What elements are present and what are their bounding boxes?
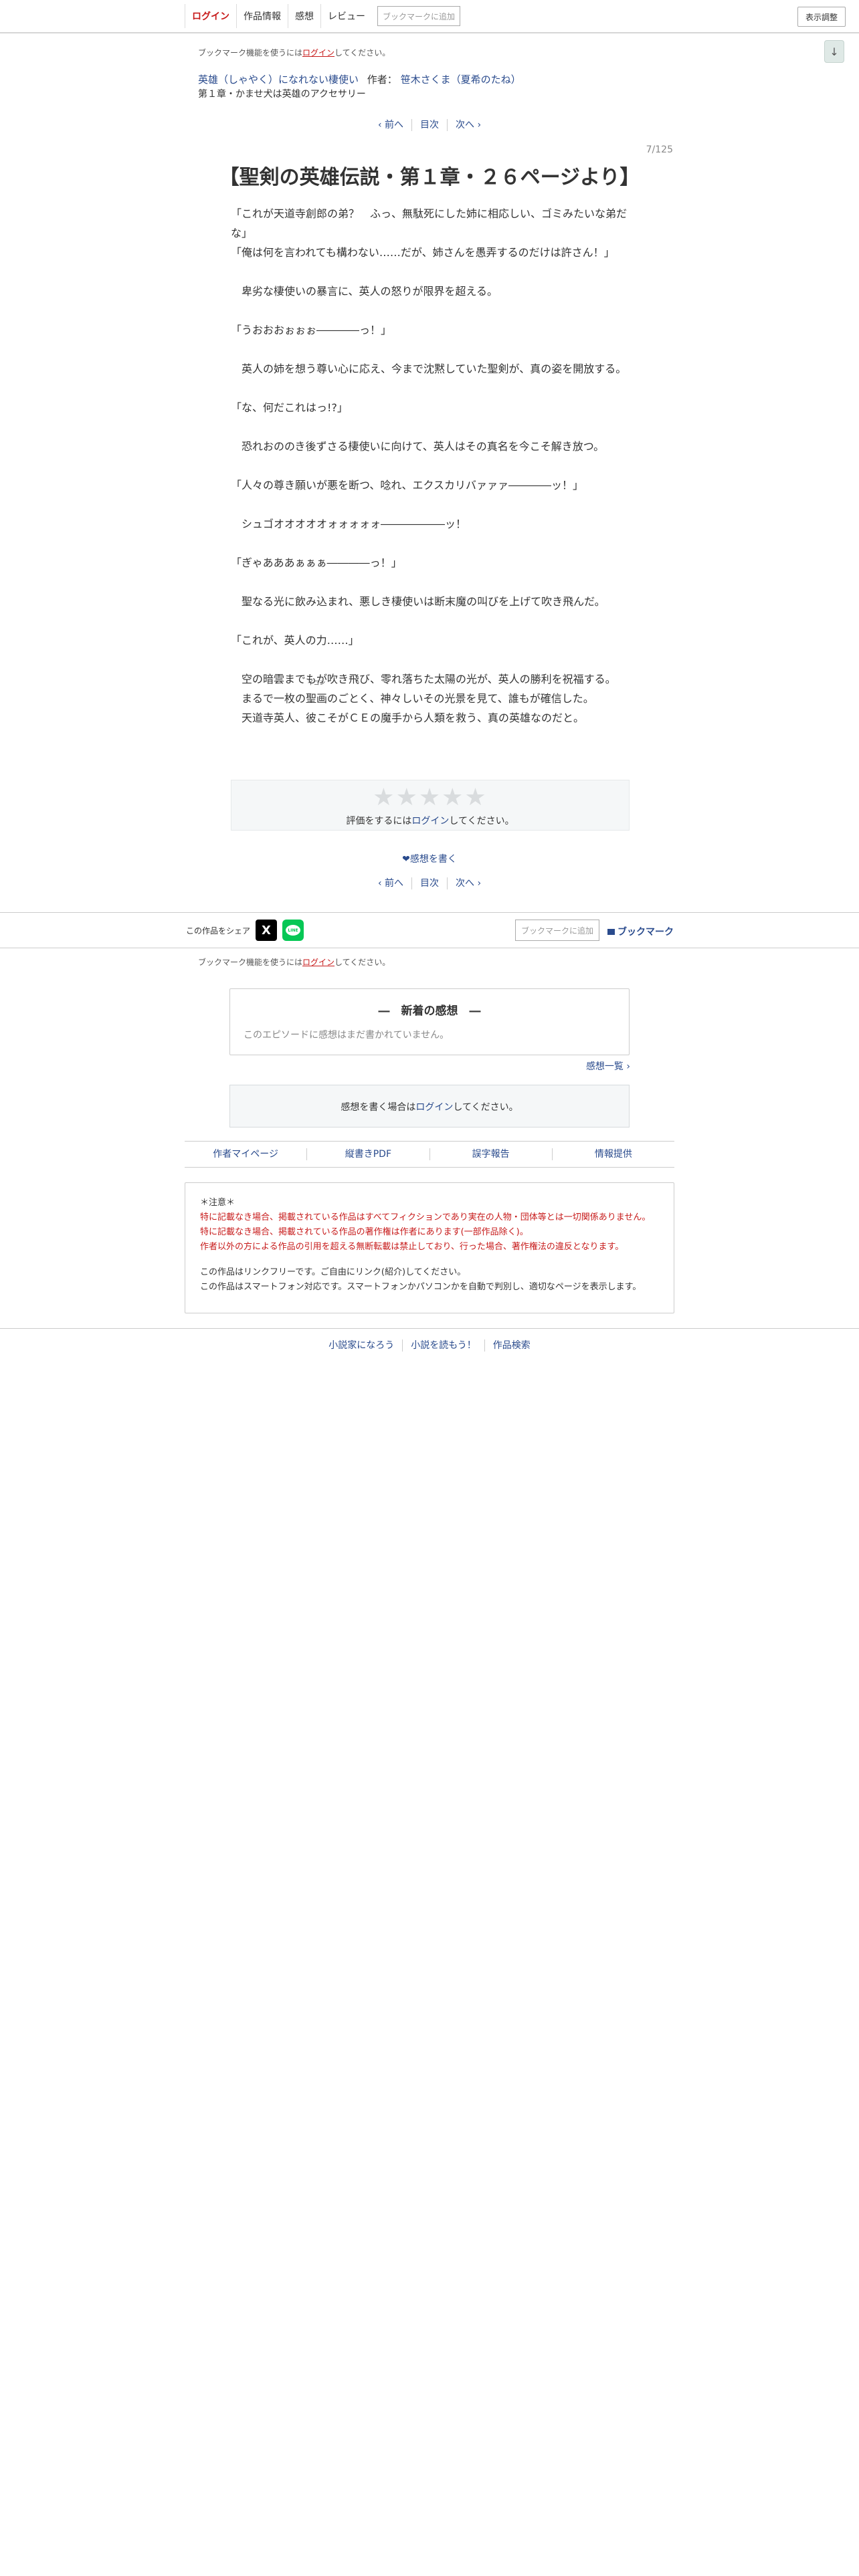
body-line: 卑劣な棲使いの暴言に、英人の怒りが限界を超える。: [231, 285, 498, 298]
bookmark-button[interactable]: ブックマーク: [607, 925, 674, 938]
star-icon[interactable]: ★: [396, 784, 419, 811]
body-line: [231, 456, 632, 475]
body-line: シュゴオオオオオォォォォォ――――――ッ！: [231, 518, 467, 530]
footer-link-yomou[interactable]: 小説を読もう！: [402, 1339, 484, 1352]
toc-link[interactable]: 目次: [411, 119, 447, 131]
impressions-link[interactable]: 感想: [288, 4, 320, 28]
review-link[interactable]: レビュー: [320, 4, 372, 28]
work-info-link[interactable]: 作品情報: [236, 4, 288, 28]
author-label: 作者：: [367, 74, 397, 86]
prev-page-link[interactable]: ‹ 前へ: [370, 119, 411, 131]
bookmark-login-link[interactable]: ログイン: [302, 48, 335, 58]
next-page-link-bottom[interactable]: 次へ ›: [447, 877, 489, 889]
body-line: 「うおおおぉぉぉ――――っ！」: [231, 324, 392, 336]
display-settings-button[interactable]: 表示調整: [797, 7, 846, 27]
body-line: [231, 611, 632, 631]
footer-link-narou[interactable]: 小説家になろう: [320, 1339, 402, 1352]
notice-box: ＊注意＊ 特に記載なき場合、掲載されている作品はすべてフィクションであり実在の人…: [185, 1182, 674, 1313]
body-line: [231, 262, 632, 282]
episode-body: 「これが天道寺創郎の弟？ ふっ、無駄死にした姉に相応しい、ゴミみたいな弟だな」「…: [231, 204, 632, 728]
typo-report-link[interactable]: 誤字報告: [429, 1148, 552, 1160]
scroll-down-icon[interactable]: ↓: [824, 40, 844, 63]
bookmark-login-note: ブックマーク機能を使うにはログインしてください。: [198, 48, 391, 58]
author-mypage-link[interactable]: 作者マイページ: [185, 1148, 306, 1160]
body-line: 英人の姉を想う尊い心に応え、今まで沈黙していた聖剣が、真の姿を開放する。: [231, 362, 627, 375]
body-line: まるで一枚の聖画 イコン のごとく、神々しいその光景を見て、誰もが確信した。: [231, 680, 632, 708]
notice-line: 特に記載なき場合、掲載されている作品の著作権は作者にあります(一部作品除く)。: [200, 1227, 529, 1237]
star-icon[interactable]: ★: [442, 784, 464, 811]
impressions-list-link[interactable]: 感想一覧 ›: [562, 1059, 630, 1073]
header-bar: ログイン 作品情報 感想 レビュー ブックマークに追加 表示調整: [0, 0, 859, 33]
line-share-icon[interactable]: LINE: [282, 920, 304, 941]
share-label: この作品をシェア: [186, 926, 251, 936]
body-line: [231, 379, 632, 398]
login-link[interactable]: ログイン: [185, 4, 236, 28]
notice-line: 特に記載なき場合、掲載されている作品はすべてフィクションであり実在の人物・団体等…: [200, 1212, 651, 1222]
rating-stars: ★ ★ ★ ★ ★: [231, 784, 629, 811]
header-bookmark-button[interactable]: ブックマークに追加: [377, 6, 460, 26]
next-page-link[interactable]: 次へ ›: [447, 119, 489, 131]
ruby-text: 聖画 イコン: [306, 680, 328, 705]
author-link[interactable]: 笹木さくま（夏希のたね）: [401, 74, 521, 86]
info-provide-link[interactable]: 情報提供: [551, 1148, 674, 1160]
pager-bottom: ‹ 前へ 目次 次へ ›: [0, 877, 859, 889]
body-line: 「ぎゃあああぁぁぁ――――っ！」: [231, 556, 402, 569]
body-line: 「これが天道寺創郎の弟？ ふっ、無駄死にした姉に相応しい、ゴミみたいな弟だな」: [231, 207, 628, 239]
impression-login-note: 感想を書く場合はログインしてください。: [341, 1102, 518, 1113]
pager-top: ‹ 前へ 目次 次へ ›: [0, 119, 859, 131]
x-share-icon[interactable]: X: [256, 920, 277, 941]
header-nav: ログイン 作品情報 感想 レビュー ブックマークに追加: [185, 4, 460, 28]
rating-box: ★ ★ ★ ★ ★ 評価をするにはログインしてください。: [231, 780, 630, 831]
body-line: 「な、何だこれはっ!?」: [231, 401, 348, 414]
star-icon[interactable]: ★: [419, 784, 442, 811]
notice-line: 作者以外の方による作品の引用を超える無断転載は禁止しており、行った場合、著作権法…: [200, 1242, 624, 1252]
body-line: [231, 534, 632, 553]
body-line: 「人々の尊き願いが悪を断つ、唸れ、エクスカリバァァァ――――ッ！」: [231, 479, 584, 492]
notice-heading: ＊注意＊: [200, 1198, 235, 1208]
body-line: 「これが、英人の力……」: [231, 634, 359, 647]
body-line: [231, 417, 632, 437]
new-impressions-title: ― 新着の感想 ―: [378, 1004, 481, 1018]
body-line: 恐れおののき後ずさる棲使いに向けて、英人はその真名を今こそ解き放つ。: [231, 440, 605, 453]
toc-link-bottom[interactable]: 目次: [411, 877, 447, 889]
rating-login-note: 評価をするにはログインしてください。: [346, 816, 514, 827]
episode-title: 【聖剣の英雄伝説・第１章・２６ページより】: [219, 166, 640, 189]
bookmark-icon: [607, 928, 615, 935]
footer-links: 小説家になろう 小説を読もう！ 作品検索: [0, 1328, 859, 1362]
body-line: 「俺は何を言われても構わない……だが、姉さんを愚弄するのだけは許さん！」: [231, 246, 615, 259]
body-line: 天道寺英人、彼こそがＣＥの魔手から人類を救う、真の英雄なのだと。: [231, 712, 585, 724]
notice-line: この作品はスマートフォン対応です。スマートフォンかパソコンかを自動で判別し、適切…: [200, 1282, 642, 1292]
impression-login-link[interactable]: ログイン: [415, 1102, 453, 1113]
body-line: [231, 572, 632, 592]
body-line: [231, 650, 632, 669]
bookmark-login-link-2[interactable]: ログイン: [302, 958, 335, 967]
star-icon[interactable]: ★: [464, 784, 487, 811]
footer-link-search[interactable]: 作品検索: [484, 1339, 539, 1352]
work-links-bar: 作者マイページ 縦書きPDF 誤字報告 情報提供: [185, 1141, 674, 1168]
prev-page-link-bottom[interactable]: ‹ 前へ: [370, 877, 411, 889]
body-line: [231, 301, 632, 320]
share-bookmark-add[interactable]: ブックマークに追加: [515, 920, 599, 941]
work-title-link[interactable]: 英雄（しゃやく）になれない棲使い: [198, 74, 359, 86]
page-count: 7/125: [646, 144, 673, 155]
new-impressions-box: ― 新着の感想 ― このエピソードに感想はまだ書かれていません。: [229, 988, 630, 1055]
body-line: 空の暗雲までもが吹き飛び、零れ落ちた太陽の光が、英人の勝利を祝福する。: [231, 673, 616, 685]
impression-login-box: 感想を書く場合はログインしてください。: [229, 1085, 630, 1128]
rating-login-link[interactable]: ログイン: [411, 816, 449, 827]
vertical-pdf-link[interactable]: 縦書きPDF: [306, 1148, 429, 1160]
notice-line: この作品はリンクフリーです。ご自由にリンク(紹介)してください。: [200, 1267, 466, 1277]
work-info-line: 英雄（しゃやく）になれない棲使い 作者： 笹木さくま（夏希のたね）: [198, 72, 521, 86]
body-line: 聖なる光に飲み込まれ、悪しき棲使いは断末魔の叫びを上げて吹き飛んだ。: [231, 595, 605, 608]
share-bar: この作品をシェア X LINE ブックマークに追加 ブックマーク: [0, 912, 859, 948]
body-line: [231, 340, 632, 359]
no-impressions-text: このエピソードに感想はまだ書かれていません。: [244, 1030, 450, 1041]
write-impression-link[interactable]: ❤感想を書く: [0, 852, 859, 865]
bookmark-login-note-2: ブックマーク機能を使うにはログインしてください。: [198, 958, 391, 967]
chapter-title: 第１章・かませ犬は英雄のアクセサリー: [198, 89, 366, 100]
body-line: [231, 495, 632, 514]
star-icon[interactable]: ★: [373, 784, 395, 811]
